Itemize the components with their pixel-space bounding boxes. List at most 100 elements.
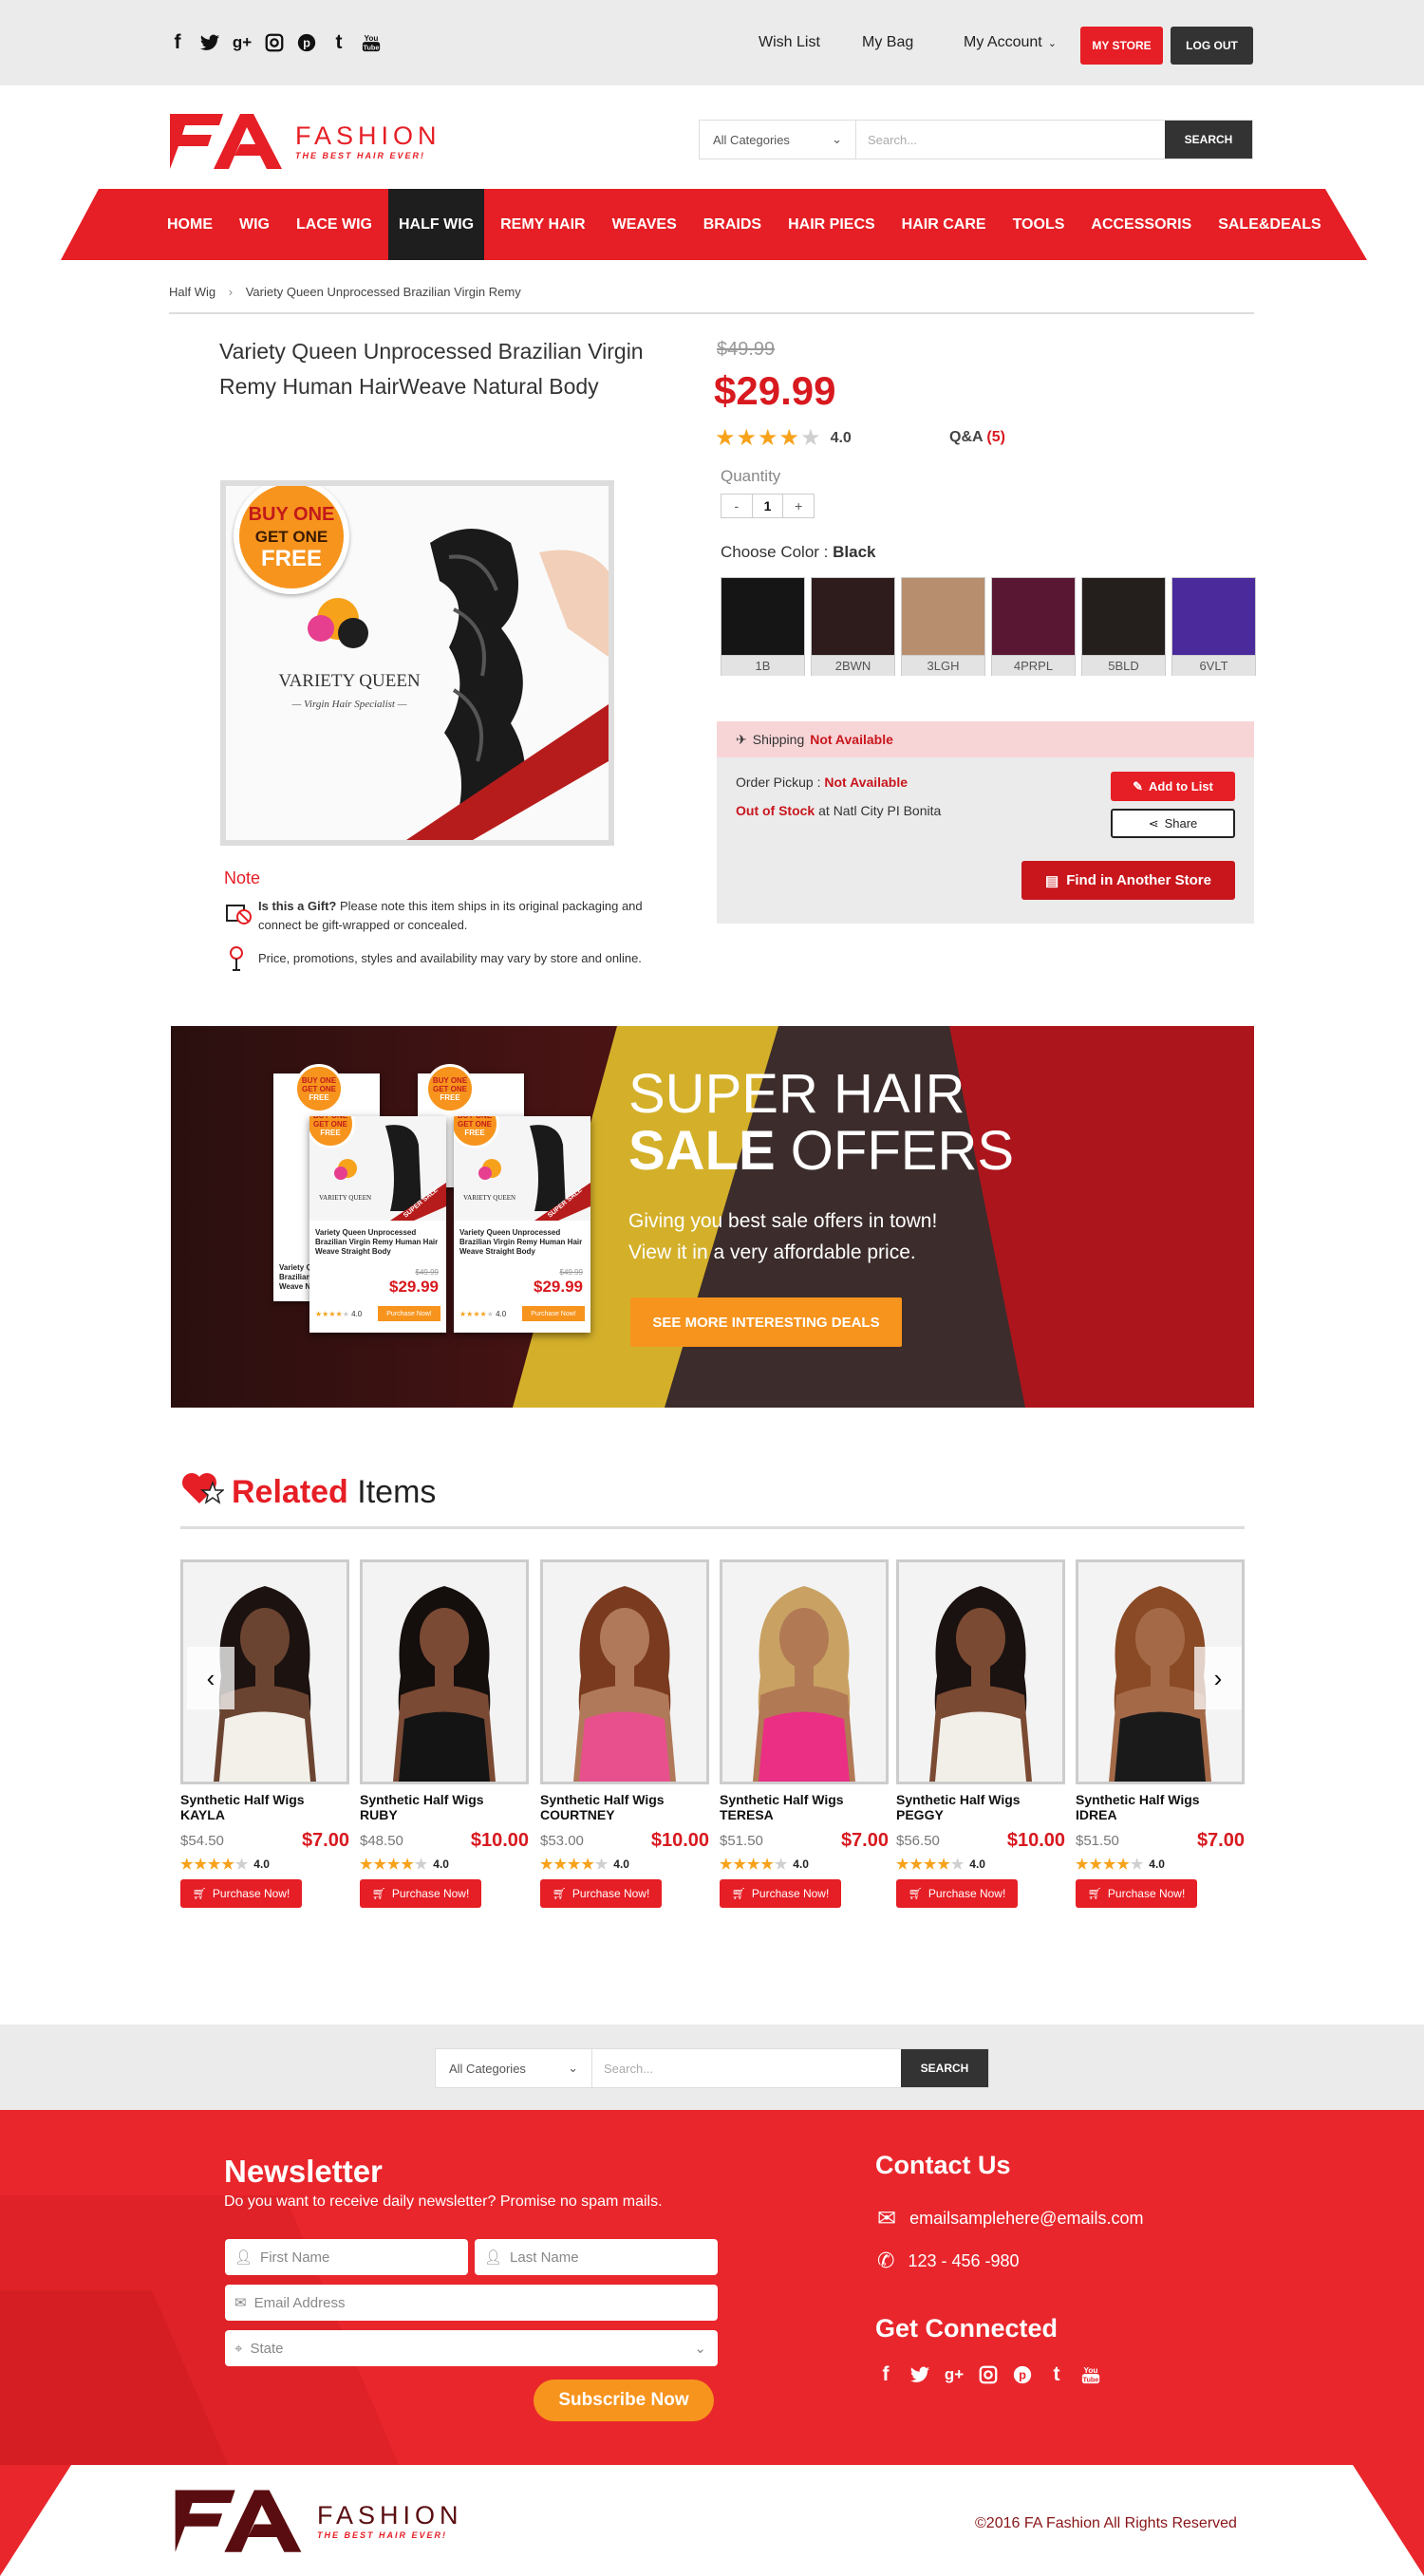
color-swatch[interactable]: 1B [721,577,805,676]
sale-banner[interactable]: Variety Q Brazilian Weave N BUY ONE GET O… [171,1026,1254,1408]
add-to-list-button[interactable]: ✎ Add to List [1111,772,1235,801]
color-swatch[interactable]: 4PRPL [991,577,1076,676]
nav-item-accessoris[interactable]: ACCESSORIS [1080,189,1202,260]
nav-item-braids[interactable]: BRAIDS [693,189,772,260]
purchase-now-button[interactable]: 🛒︎ Purchase Now! [1076,1879,1197,1908]
related-item-rating: ★ ★ ★ ★ ★ 4.0 [540,1856,709,1873]
logout-button[interactable]: LOG OUT [1171,27,1253,65]
purchase-now-button[interactable]: 🛒︎ Purchase Now! [540,1879,662,1908]
related-item-image[interactable] [896,1559,1065,1784]
star-empty-icon: ★ [774,1857,788,1873]
pinterest-icon[interactable]: p [296,31,317,54]
search-input[interactable]: Search... [856,121,1165,159]
google-plus-icon[interactable]: g+ [944,2363,965,2386]
nav-item-lace-wig[interactable]: LACE WIG [286,189,383,260]
twitter-icon[interactable] [909,2363,930,2386]
tumblr-icon[interactable]: t [328,31,349,54]
svg-text:— Virgin Hair Specialist —: — Virgin Hair Specialist — [291,699,407,710]
related-item-name[interactable]: Synthetic Half Wigs TERESA [720,1792,889,1822]
instagram-icon[interactable] [264,31,285,54]
find-store-button[interactable]: ▤ Find in Another Store [1021,861,1235,900]
related-item-image[interactable] [360,1559,529,1784]
state-select[interactable]: ⌖ State ⌄ [225,2330,718,2366]
nav-item-weaves[interactable]: WEAVES [602,189,687,260]
nav-item-hair-piecs[interactable]: HAIR PIECS [778,189,886,260]
contact-email[interactable]: ✉ emailsamplehere@emails.com [877,2205,1143,2232]
related-item-name[interactable]: Synthetic Half Wigs KAYLA [180,1792,349,1822]
nav-item-tools[interactable]: TOOLS [1002,189,1076,260]
quantity-minus-button[interactable]: - [721,495,753,517]
star-empty-icon: ★ [950,1857,965,1873]
google-plus-icon[interactable]: g+ [232,31,253,54]
nav-item-remy-hair[interactable]: REMY HAIR [490,189,596,260]
logo[interactable]: FASHION THE BEST HAIR EVER! [166,110,441,171]
wishlist-link[interactable]: Wish List [759,34,820,51]
facebook-icon[interactable]: f [875,2363,896,2386]
related-item-name[interactable]: Synthetic Half Wigs IDREA [1076,1792,1245,1822]
purchase-now-button[interactable]: 🛒︎ Purchase Now! [180,1879,302,1908]
contact-phone[interactable]: ✆ 123 - 456 -980 [877,2249,1020,2273]
nav-item-half-wig[interactable]: HALF WIG [388,189,485,260]
tumblr-icon[interactable]: t [1046,2363,1067,2386]
footer-search-button[interactable]: SEARCH [901,2049,988,2087]
nav-item-wig[interactable]: WIG [229,189,280,260]
nav-item-home[interactable]: HOME [157,189,223,260]
footer-search-category-select[interactable]: All Categories ⌄ [436,2049,592,2087]
facebook-icon[interactable]: f [167,31,188,54]
color-swatch[interactable]: 6VLT [1171,577,1256,676]
related-item-prices: $51.50 $7.00 [720,1830,889,1852]
email-field[interactable]: ✉ Email Address [225,2285,718,2321]
product-rating: ★ ★ ★ ★ ★ 4.0 [715,424,852,452]
color-swatch[interactable]: 5BLD [1081,577,1166,676]
related-item-image[interactable] [540,1559,709,1784]
first-name-field[interactable]: 👤︎ First Name [225,2239,468,2275]
star-icon: ★ [1089,1857,1102,1873]
purchase-now-button[interactable]: 🛒︎ Purchase Now! [360,1879,481,1908]
nav-item-hair-care[interactable]: HAIR CARE [891,189,997,260]
instagram-icon[interactable] [978,2363,999,2386]
share-button[interactable]: ⋖ Share [1111,809,1235,838]
related-item-name-line2: TERESA [720,1807,774,1822]
related-title-bold: Related [232,1474,348,1510]
twitter-icon[interactable] [199,31,220,54]
my-store-button[interactable]: MY STORE [1080,27,1163,65]
pinterest-icon[interactable]: p [1012,2363,1033,2386]
quantity-plus-button[interactable]: + [783,495,814,517]
gift-icon [224,897,253,925]
qa-link[interactable]: Q&A (5) [949,429,1005,446]
bag-link[interactable]: My Bag [862,34,913,51]
bottom-footer: FASHION THE BEST HAIR EVER! ©2016 FA Fas… [0,2465,1424,2576]
quantity-input[interactable]: 1 [753,495,784,517]
carousel-prev-arrow-icon[interactable]: ‹ [187,1647,234,1709]
banner-cta-button[interactable]: SEE MORE INTERESTING DEALS [630,1297,902,1347]
related-item-rating: ★ ★ ★ ★ ★ 4.0 [720,1856,889,1873]
color-label-text: Choose Color : [721,543,834,561]
related-item-name[interactable]: Synthetic Half Wigs RUBY [360,1792,529,1822]
account-menu[interactable]: My Account ⌄ [964,34,1057,51]
footer-search-input[interactable]: Search... [592,2049,901,2087]
star-icon: ★ [896,1857,909,1873]
related-item-price: $10.00 [650,1830,709,1851]
mini-old-price: $49.99 [559,1268,583,1277]
color-swatch[interactable]: 3LGH [901,577,985,676]
breadcrumb-parent[interactable]: Half Wig [169,285,215,299]
subscribe-button[interactable]: Subscribe Now [534,2380,714,2421]
youtube-icon[interactable]: You Tube [1080,2363,1101,2386]
footer-logo[interactable]: FASHION THE BEST HAIR EVER! [169,2486,463,2554]
last-name-field[interactable]: 👤︎ Last Name [475,2239,718,2275]
carousel-next-arrow-icon[interactable]: › [1194,1647,1242,1709]
related-item-name-line1: Synthetic Half Wigs [180,1792,305,1807]
related-item-old-price: $56.50 [896,1833,940,1849]
youtube-icon[interactable]: You Tube [361,31,382,54]
purchase-now-button[interactable]: 🛒︎ Purchase Now! [896,1879,1018,1908]
related-item-image[interactable] [720,1559,889,1784]
search-button[interactable]: SEARCH [1165,121,1252,159]
mini-badge-line2: GET ONE [432,1084,467,1093]
color-swatch[interactable]: 2BWN [811,577,895,676]
nav-item-sale-deals[interactable]: SALE&DEALS [1208,189,1331,260]
search-category-select[interactable]: All Categories ⌄ [700,121,856,159]
related-item-name[interactable]: Synthetic Half Wigs PEGGY [896,1792,1065,1822]
mini-badge-line1: BUY ONE [432,1075,468,1085]
related-item-name[interactable]: Synthetic Half Wigs COURTNEY [540,1792,709,1822]
purchase-now-button[interactable]: 🛒︎ Purchase Now! [720,1879,841,1908]
